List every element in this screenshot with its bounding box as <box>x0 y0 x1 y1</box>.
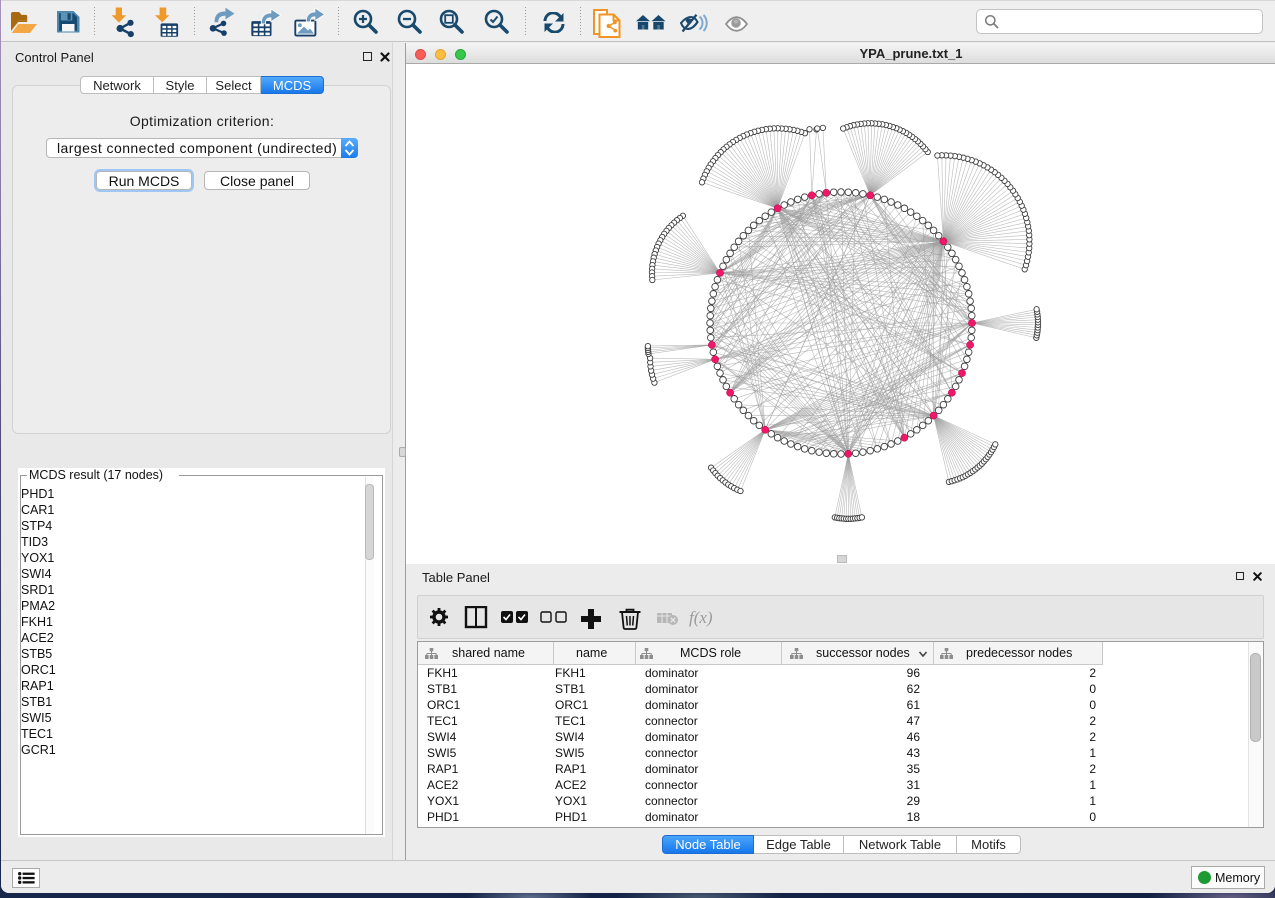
svg-text:f(x): f(x) <box>689 608 713 627</box>
